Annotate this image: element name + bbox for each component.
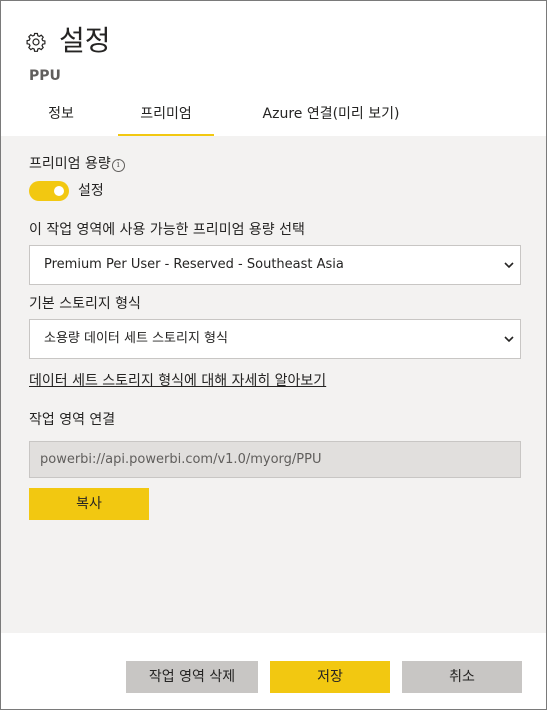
toggle-knob bbox=[54, 186, 64, 196]
premium-capacity-toggle[interactable] bbox=[29, 181, 69, 201]
storage-format-select[interactable]: 소용량 데이터 세트 스토리지 형식 bbox=[29, 319, 521, 359]
settings-panel: 설정 PPU 정보 프리미엄 Azure 연결(미리 보기) 프리미엄 용량 i … bbox=[0, 0, 547, 710]
tab-bar: 정보 프리미엄 Azure 연결(미리 보기) bbox=[1, 99, 546, 137]
cancel-button[interactable]: 취소 bbox=[402, 661, 522, 693]
capacity-select-value: Premium Per User - Reserved - Southeast … bbox=[44, 257, 344, 272]
chevron-down-icon bbox=[504, 336, 514, 343]
tab-about[interactable]: 정보 bbox=[45, 99, 77, 137]
save-button[interactable]: 저장 bbox=[270, 661, 390, 693]
capacity-select[interactable]: Premium Per User - Reserved - Southeast … bbox=[29, 245, 521, 285]
premium-capacity-text: 프리미엄 용량 bbox=[29, 156, 111, 172]
page-title: 설정 bbox=[59, 24, 111, 57]
capacity-select-label: 이 작업 영역에 사용 가능한 프리미엄 용량 선택 bbox=[29, 222, 305, 238]
header: 설정 PPU 정보 프리미엄 Azure 연결(미리 보기) bbox=[1, 1, 546, 137]
workspace-connection-label: 작업 영역 연결 bbox=[29, 412, 116, 428]
delete-workspace-button[interactable]: 작업 영역 삭제 bbox=[126, 661, 258, 693]
gear-icon bbox=[26, 32, 46, 52]
workspace-connection-field[interactable]: powerbi://api.powerbi.com/v1.0/myorg/PPU bbox=[29, 441, 521, 478]
chevron-down-icon bbox=[504, 262, 514, 269]
tab-premium[interactable]: 프리미엄 bbox=[118, 99, 214, 137]
copy-button[interactable]: 복사 bbox=[29, 488, 149, 520]
workspace-name: PPU bbox=[29, 68, 61, 84]
toggle-label: 설정 bbox=[78, 183, 104, 199]
storage-format-learn-more-link[interactable]: 데이터 세트 스토리지 형식에 대해 자세히 알아보기 bbox=[29, 372, 326, 390]
storage-format-value: 소용량 데이터 세트 스토리지 형식 bbox=[44, 331, 228, 346]
info-icon[interactable]: i bbox=[111, 159, 125, 172]
storage-format-label: 기본 스토리지 형식 bbox=[29, 296, 141, 312]
tab-azure-connection[interactable]: Azure 연결(미리 보기) bbox=[256, 99, 406, 137]
premium-capacity-label: 프리미엄 용량 i bbox=[29, 155, 125, 173]
